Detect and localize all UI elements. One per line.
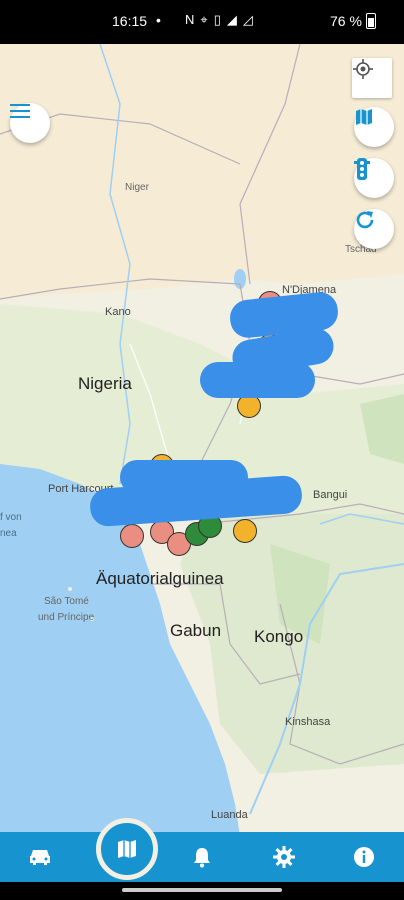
battery-indicator: 76 %	[330, 13, 376, 29]
map-label-island: São Tomé	[44, 596, 89, 607]
battery-percent: 76 %	[330, 13, 362, 29]
map-view[interactable]: Niger Tschad N'Djamena Kano Nigeria Port…	[0, 44, 404, 836]
locate-button[interactable]	[352, 58, 392, 98]
wifi-icon: ◢	[226, 12, 237, 27]
traffic-light-icon	[354, 158, 370, 180]
nav-info[interactable]	[334, 832, 394, 882]
nav-map-active[interactable]	[96, 818, 158, 880]
map-label-country: Kongo	[254, 627, 304, 646]
battery-icon	[365, 13, 376, 29]
status-dot: •	[156, 12, 161, 28]
event-marker[interactable]	[120, 524, 144, 548]
map-icon	[356, 109, 372, 125]
status-bar: 16:15 • N ⌖ ▯ ◢ ◿ 76 %	[0, 0, 404, 44]
gear-icon	[273, 846, 295, 868]
map-label-city: Kano	[105, 306, 131, 318]
nav-notifications[interactable]	[172, 832, 232, 882]
vibrate-icon: ▯	[213, 12, 221, 27]
nav-settings[interactable]	[254, 832, 314, 882]
info-icon	[354, 847, 374, 867]
nav-vehicle[interactable]	[10, 832, 70, 882]
status-time: 16:15	[112, 13, 148, 29]
map-label-city: Bangui	[313, 489, 348, 501]
map-label-city: Kinshasa	[285, 716, 331, 728]
map-label-country: Nigeria	[78, 374, 132, 393]
signal-icon: ◿	[242, 12, 253, 27]
map-canvas	[0, 44, 404, 836]
map-label-country: Äquatorialguinea	[96, 569, 224, 588]
status-icons: N ⌖ ▯ ◢ ◿	[185, 12, 253, 28]
map-label-country: Gabun	[170, 621, 222, 640]
map-label-sea: nea	[0, 528, 17, 539]
location-icon: ⌖	[200, 12, 208, 27]
refresh-icon	[356, 211, 374, 229]
traffic-button[interactable]	[354, 158, 394, 198]
refresh-button[interactable]	[354, 209, 394, 249]
gesture-bar	[0, 882, 404, 900]
map-label-country: Niger	[125, 182, 149, 193]
map-label-sea: f von	[0, 512, 22, 523]
home-indicator[interactable]	[122, 888, 282, 892]
hamburger-menu-icon	[10, 104, 30, 118]
bell-icon	[194, 848, 210, 868]
car-icon	[30, 850, 50, 865]
map-icon	[118, 840, 136, 858]
event-marker[interactable]	[233, 519, 257, 543]
crosshair-icon	[353, 59, 373, 79]
menu-button[interactable]	[10, 103, 50, 143]
map-layers-button[interactable]	[354, 107, 394, 147]
redaction-blob	[200, 362, 315, 398]
bottom-navigation	[0, 832, 404, 882]
map-label-city: Luanda	[211, 809, 248, 821]
map-label-island: und Príncipe	[38, 612, 95, 623]
nfc-icon: N	[185, 12, 195, 27]
